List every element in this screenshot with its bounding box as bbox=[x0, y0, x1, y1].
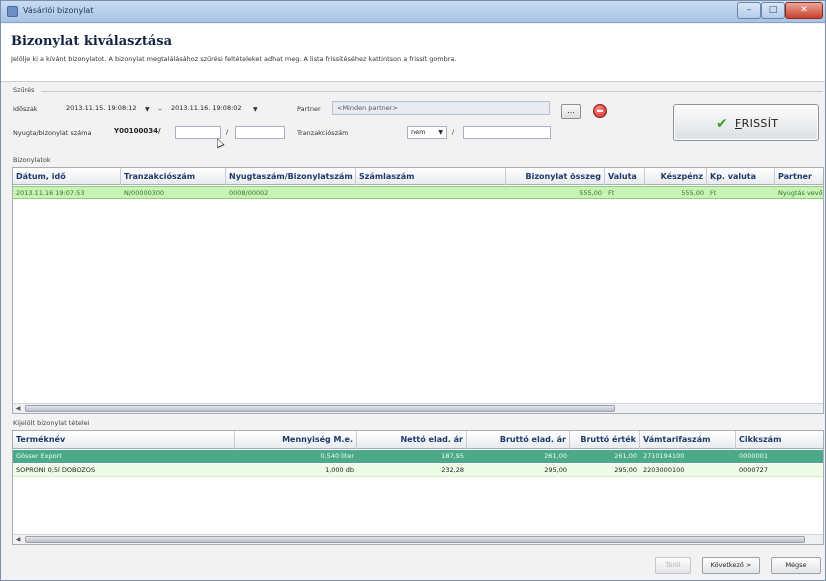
receipt-separator: / bbox=[226, 128, 229, 136]
cell-partner: Nyugtás vevő bbox=[778, 189, 823, 197]
date-from-field[interactable]: 2013.11.15. 19:08:12 bbox=[63, 103, 143, 116]
items-grid[interactable]: Terméknév Mennyiség M.e. Nettó elad. ár … bbox=[12, 430, 824, 545]
cell-cash: 555,00 bbox=[681, 189, 704, 197]
cell-net-price: 232,28 bbox=[441, 466, 464, 474]
filter-group-divider bbox=[41, 91, 823, 92]
delete-button[interactable]: Töröl bbox=[655, 557, 691, 574]
col-document-total[interactable]: Bizonylat összeg bbox=[506, 168, 605, 185]
col-partner[interactable]: Partner bbox=[775, 168, 823, 185]
cell-gross-value: 295,00 bbox=[614, 466, 637, 474]
cell-customs-tariff: 2203000100 bbox=[643, 466, 685, 474]
scrollbar-thumb[interactable] bbox=[25, 536, 805, 543]
col-net-price[interactable]: Nettó elad. ár bbox=[357, 431, 467, 449]
table-row[interactable]: 2013.11.16 19:07:53 N/00000300 0008/0000… bbox=[13, 186, 823, 199]
cell-transaction: N/00000300 bbox=[124, 189, 165, 197]
maximize-button[interactable]: □ bbox=[761, 2, 785, 19]
cell-invoice-number bbox=[356, 187, 506, 200]
col-item-number[interactable]: Cikkszám bbox=[736, 431, 823, 449]
period-label: Időszak bbox=[13, 105, 38, 113]
cell-item-number: 0000001 bbox=[739, 452, 768, 460]
table-row[interactable]: Gösser Export 0,540 liter 187,95 261,00 … bbox=[13, 450, 823, 463]
col-gross-price[interactable]: Bruttó elad. ár bbox=[467, 431, 570, 449]
cell-customs-tariff: 2710194100 bbox=[643, 452, 685, 460]
date-from-dropdown-icon[interactable]: ▼ bbox=[145, 106, 150, 113]
col-gross-value[interactable]: Bruttó érték bbox=[570, 431, 640, 449]
col-invoice-number[interactable]: Számlaszám bbox=[356, 168, 506, 185]
scroll-left-icon[interactable]: ◀ bbox=[13, 535, 23, 544]
partner-browse-button[interactable]: ... bbox=[561, 104, 581, 119]
partner-field[interactable]: <Minden partner> bbox=[332, 101, 550, 115]
cell-gross-price: 295,00 bbox=[544, 466, 567, 474]
scrollbar-thumb[interactable] bbox=[25, 405, 615, 412]
refresh-button-label: FRISSÍT bbox=[735, 117, 779, 130]
clear-partner-icon[interactable] bbox=[593, 104, 607, 118]
col-currency[interactable]: Valuta bbox=[605, 168, 645, 185]
col-transaction[interactable]: Tranzakciószám bbox=[121, 168, 226, 185]
page-title: Bizonylat kiválasztása bbox=[11, 34, 173, 49]
receipt-number-input[interactable] bbox=[175, 126, 221, 139]
date-range-separator: – bbox=[158, 105, 162, 114]
col-cash[interactable]: Készpénz bbox=[645, 168, 707, 185]
col-cash-currency[interactable]: Kp. valuta bbox=[707, 168, 775, 185]
cell-date: 2013.11.16 19:07:53 bbox=[16, 189, 85, 197]
title-bar: Vásárlói bizonylat – □ ✕ bbox=[1, 1, 825, 23]
documents-horizontal-scrollbar[interactable]: ◀ bbox=[13, 403, 823, 413]
col-product-name[interactable]: Terméknév bbox=[13, 431, 235, 449]
page-description: Jelölje ki a kívánt bizonylatot. A bizon… bbox=[11, 55, 457, 63]
mouse-cursor-icon bbox=[213, 136, 225, 149]
col-customs-tariff[interactable]: Vámtarifaszám bbox=[640, 431, 736, 449]
scroll-left-icon[interactable]: ◀ bbox=[13, 404, 23, 413]
documents-group-label: Bizonylatok bbox=[13, 156, 51, 164]
next-button[interactable]: Következő > bbox=[702, 557, 760, 574]
window-title: Vásárlói bizonylat bbox=[23, 6, 94, 15]
items-grid-header: Terméknév Mennyiség M.e. Nettó elad. ár … bbox=[13, 431, 823, 449]
transaction-number-input[interactable] bbox=[463, 126, 551, 139]
cell-quantity: 1,000 db bbox=[325, 466, 354, 474]
cell-cash-currency: Ft bbox=[710, 189, 717, 197]
receipt-number-input-2[interactable] bbox=[235, 126, 285, 139]
window: Vásárlói bizonylat – □ ✕ Bizonylat kivál… bbox=[0, 0, 826, 581]
items-horizontal-scrollbar[interactable]: ◀ bbox=[13, 534, 823, 544]
receipt-number-label: Nyugta/bizonylat száma bbox=[13, 129, 92, 137]
col-receipt-number[interactable]: Nyugtaszám/Bizonylatszám bbox=[226, 168, 356, 185]
check-icon: ✔ bbox=[716, 116, 728, 132]
cell-item-number: 0000727 bbox=[739, 466, 768, 474]
cancel-button[interactable]: Mégse bbox=[771, 557, 821, 574]
cell-gross-price: 261,00 bbox=[544, 452, 567, 460]
cell-net-price: 187,95 bbox=[441, 452, 464, 460]
cell-product-name: SOPRONI 0,5l DOBOZOS bbox=[16, 466, 96, 474]
col-quantity[interactable]: Mennyiség M.e. bbox=[235, 431, 357, 449]
table-row[interactable]: SOPRONI 0,5l DOBOZOS 1,000 db 232,28 295… bbox=[13, 464, 823, 477]
filter-group-label: Szűrés bbox=[13, 86, 35, 94]
partner-label: Partner bbox=[297, 105, 321, 113]
transaction-number-label: Tranzakciószám bbox=[297, 129, 349, 137]
cell-receipt-number: 0008/00002 bbox=[229, 189, 269, 197]
minimize-button[interactable]: – bbox=[737, 2, 761, 19]
transaction-separator: / bbox=[452, 128, 455, 136]
cell-product-name: Gösser Export bbox=[16, 452, 62, 460]
close-button[interactable]: ✕ bbox=[785, 2, 823, 19]
documents-grid[interactable]: Dátum, idő Tranzakciószám Nyugtaszám/Biz… bbox=[12, 167, 824, 414]
col-date[interactable]: Dátum, idő bbox=[13, 168, 121, 185]
cell-quantity: 0,540 liter bbox=[320, 452, 354, 460]
cell-currency: Ft bbox=[608, 189, 615, 197]
app-icon bbox=[7, 6, 18, 17]
date-to-field[interactable]: 2013.11.16. 19:08:02 bbox=[168, 103, 250, 116]
receipt-prefix: Y00100034/ bbox=[114, 127, 161, 135]
documents-grid-header: Dátum, idő Tranzakciószám Nyugtaszám/Biz… bbox=[13, 168, 823, 185]
date-to-dropdown-icon[interactable]: ▼ bbox=[253, 106, 258, 113]
transaction-select[interactable]: nem ▼ bbox=[407, 126, 447, 139]
items-group-label: Kijelölt bizonylat tételei bbox=[13, 419, 90, 427]
transaction-select-value: nem bbox=[411, 128, 426, 136]
wizard-header: Bizonylat kiválasztása Jelölje ki a kívá… bbox=[1, 24, 825, 82]
refresh-button[interactable]: ✔ FRISSÍT bbox=[673, 104, 819, 141]
cell-gross-value: 261,00 bbox=[614, 452, 637, 460]
transaction-select-dropdown-icon[interactable]: ▼ bbox=[438, 127, 443, 138]
cell-document-total: 555,00 bbox=[579, 189, 602, 197]
